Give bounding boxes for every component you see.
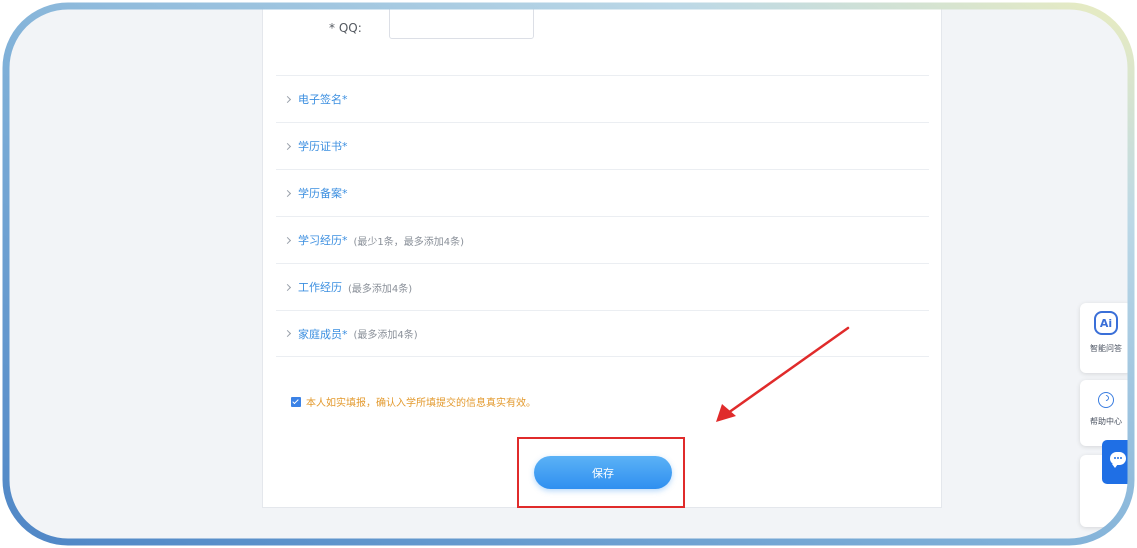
chevron-right-icon: [283, 142, 292, 150]
section-label: 学历证书*: [298, 140, 348, 153]
section-diploma-record[interactable]: 学历备案*: [276, 169, 929, 216]
help-center-button[interactable]: 帮助中心: [1080, 380, 1131, 446]
section-note: (最多添加4条): [348, 283, 413, 295]
section-study-history[interactable]: 学习经历* (最少1条，最多添加4条): [276, 216, 929, 263]
ai-logo-icon: Ai: [1094, 311, 1118, 335]
chat-button[interactable]: [1102, 440, 1131, 484]
section-diploma[interactable]: 学历证书*: [276, 122, 929, 169]
chevron-right-icon: [283, 283, 292, 291]
section-label: 学习经历*: [298, 234, 348, 247]
qq-label: * QQ:: [329, 21, 362, 35]
agreement: 本人如实填报，确认入学所填提交的信息真实有效。: [291, 394, 536, 409]
agreement-checkbox[interactable]: [291, 396, 301, 407]
section-note: (最少1条，最多添加4条): [353, 236, 465, 248]
section-e-signature[interactable]: 电子签名*: [276, 75, 929, 122]
section-list: 电子签名* 学历证书* 学历备案* 学习经历* (最少1条，最多添加4条) 工作…: [276, 75, 929, 357]
ai-assistant-label: 智能问答: [1090, 344, 1122, 353]
ai-assistant-button[interactable]: Ai 智能问答: [1080, 303, 1131, 373]
chevron-right-icon: [283, 236, 292, 244]
agreement-text: 本人如实填报，确认入学所填提交的信息真实有效。: [306, 398, 536, 409]
help-center-label: 帮助中心: [1090, 417, 1122, 426]
section-label: 电子签名*: [298, 93, 348, 106]
section-family-members[interactable]: 家庭成员* (最多添加4条): [276, 310, 929, 357]
section-note: (最多添加4条): [353, 330, 418, 341]
qq-input[interactable]: [389, 7, 534, 39]
chevron-right-icon: [283, 189, 292, 197]
page-viewport: * QQ: 电子签名* 学历证书* 学历备案* 学习经历* (最少1条，最多添加…: [6, 6, 1131, 542]
help-icon: [1098, 392, 1114, 408]
form-card: * QQ: 电子签名* 学历证书* 学历备案* 学习经历* (最少1条，最多添加…: [262, 6, 942, 508]
section-work-history[interactable]: 工作经历 (最多添加4条): [276, 263, 929, 310]
section-label: 学历备案*: [298, 187, 348, 200]
chevron-right-icon: [283, 329, 292, 338]
highlight-box-annotation: [517, 437, 685, 508]
section-label: 工作经历: [298, 281, 342, 294]
chevron-right-icon: [283, 95, 292, 103]
section-label: 家庭成员*: [298, 327, 348, 341]
chat-icon: [1110, 452, 1126, 468]
